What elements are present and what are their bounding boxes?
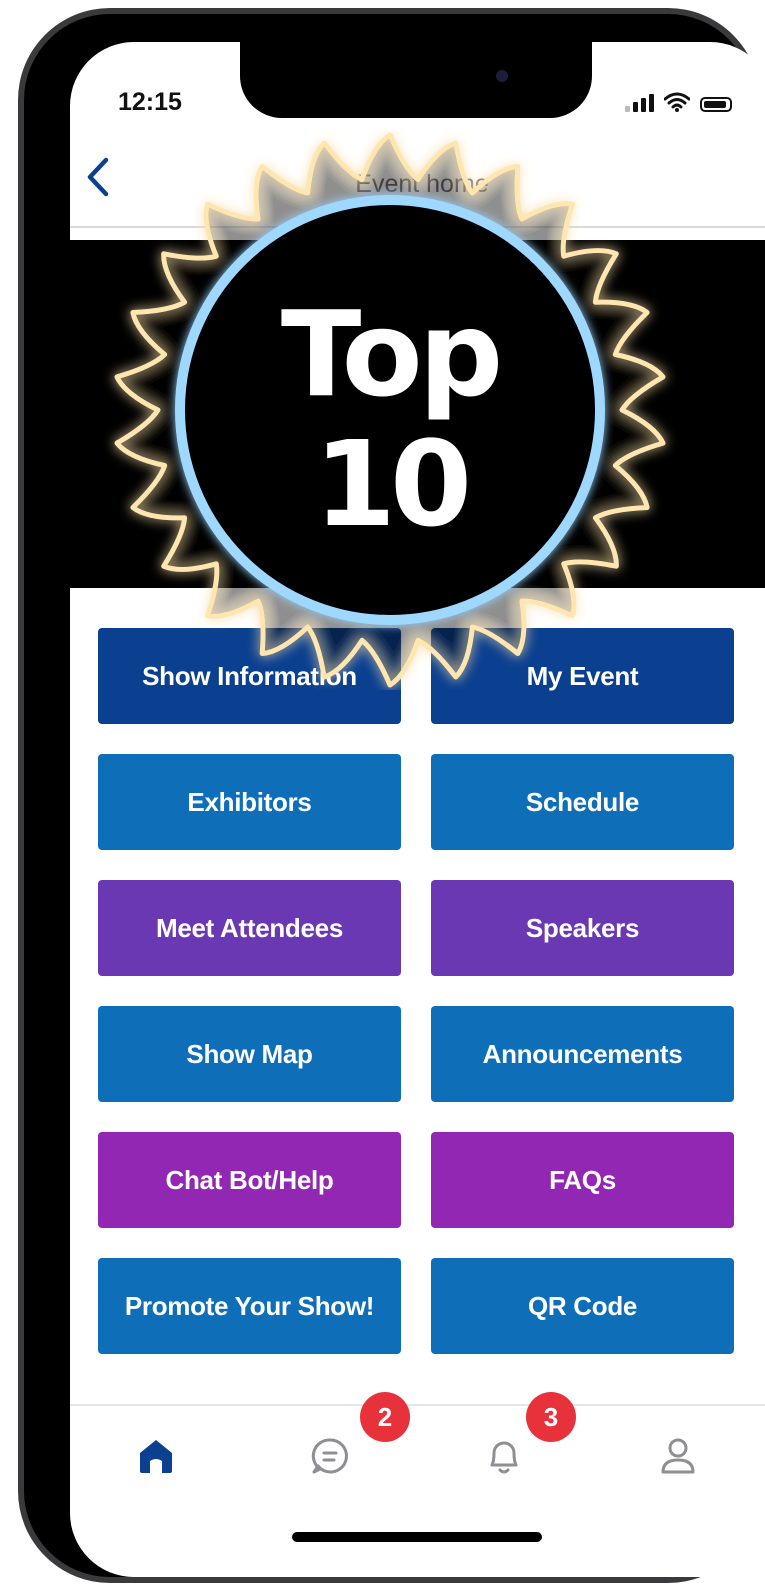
- tile-label: Speakers: [525, 912, 640, 943]
- tile-label: Meet Attendees: [156, 912, 343, 943]
- app-screen: 12:15 Event home Show Information My Eve…: [70, 42, 765, 1577]
- camera-icon: [496, 70, 508, 82]
- tile-label: My Event: [526, 660, 639, 691]
- phone-bezel: 12:15 Event home Show Information My Eve…: [24, 14, 765, 1577]
- announcements-button[interactable]: Announcements: [431, 1006, 734, 1102]
- tile-label: Announcements: [482, 1038, 683, 1069]
- chat-bot-help-button[interactable]: Chat Bot/Help: [98, 1132, 401, 1228]
- status-icons: [625, 92, 732, 112]
- user-profile-icon: [661, 1438, 695, 1474]
- cellular-signal-icon: [625, 94, 654, 112]
- tile-label: QR Code: [527, 1290, 638, 1321]
- home-indicator: [292, 1532, 542, 1542]
- meet-attendees-button[interactable]: Meet Attendees: [98, 880, 401, 976]
- notifications-badge: 3: [526, 1392, 576, 1442]
- tile-label: Promote Your Show!: [124, 1290, 375, 1321]
- tile-label: Exhibitors: [187, 786, 312, 817]
- tab-notifications[interactable]: [474, 1426, 534, 1486]
- exhibitors-button[interactable]: Exhibitors: [98, 754, 401, 850]
- speakers-button[interactable]: Speakers: [431, 880, 734, 976]
- promote-your-show-button[interactable]: Promote Your Show!: [98, 1258, 401, 1354]
- phone-frame: 12:15 Event home Show Information My Eve…: [18, 8, 765, 1583]
- status-time: 12:15: [118, 88, 182, 116]
- bell-icon: [490, 1441, 518, 1474]
- page-title: Event home: [355, 170, 489, 198]
- tile-label: Show Map: [186, 1038, 313, 1069]
- qr-code-button[interactable]: QR Code: [431, 1258, 734, 1354]
- wifi-icon: [664, 92, 690, 112]
- nav-header: Event home: [70, 134, 765, 228]
- messages-badge: 2: [360, 1392, 410, 1442]
- tile-label: FAQs: [549, 1164, 616, 1195]
- chat-bubble-icon: [311, 1438, 348, 1474]
- tile-label: Chat Bot/Help: [165, 1164, 334, 1195]
- tab-profile[interactable]: [648, 1426, 708, 1486]
- tab-bar: 2 3: [70, 1392, 765, 1496]
- show-map-button[interactable]: Show Map: [98, 1006, 401, 1102]
- faqs-button[interactable]: FAQs: [431, 1132, 734, 1228]
- battery-icon: [700, 97, 732, 112]
- notch: [240, 42, 592, 118]
- home-icon: [140, 1440, 172, 1473]
- tab-messages[interactable]: [300, 1426, 360, 1486]
- show-information-button[interactable]: Show Information: [98, 628, 401, 724]
- schedule-button[interactable]: Schedule: [431, 754, 734, 850]
- my-event-button[interactable]: My Event: [431, 628, 734, 724]
- tile-label: Schedule: [525, 786, 640, 817]
- tile-label: Show Information: [142, 660, 357, 691]
- tab-home[interactable]: [126, 1426, 186, 1486]
- event-banner: [70, 240, 765, 588]
